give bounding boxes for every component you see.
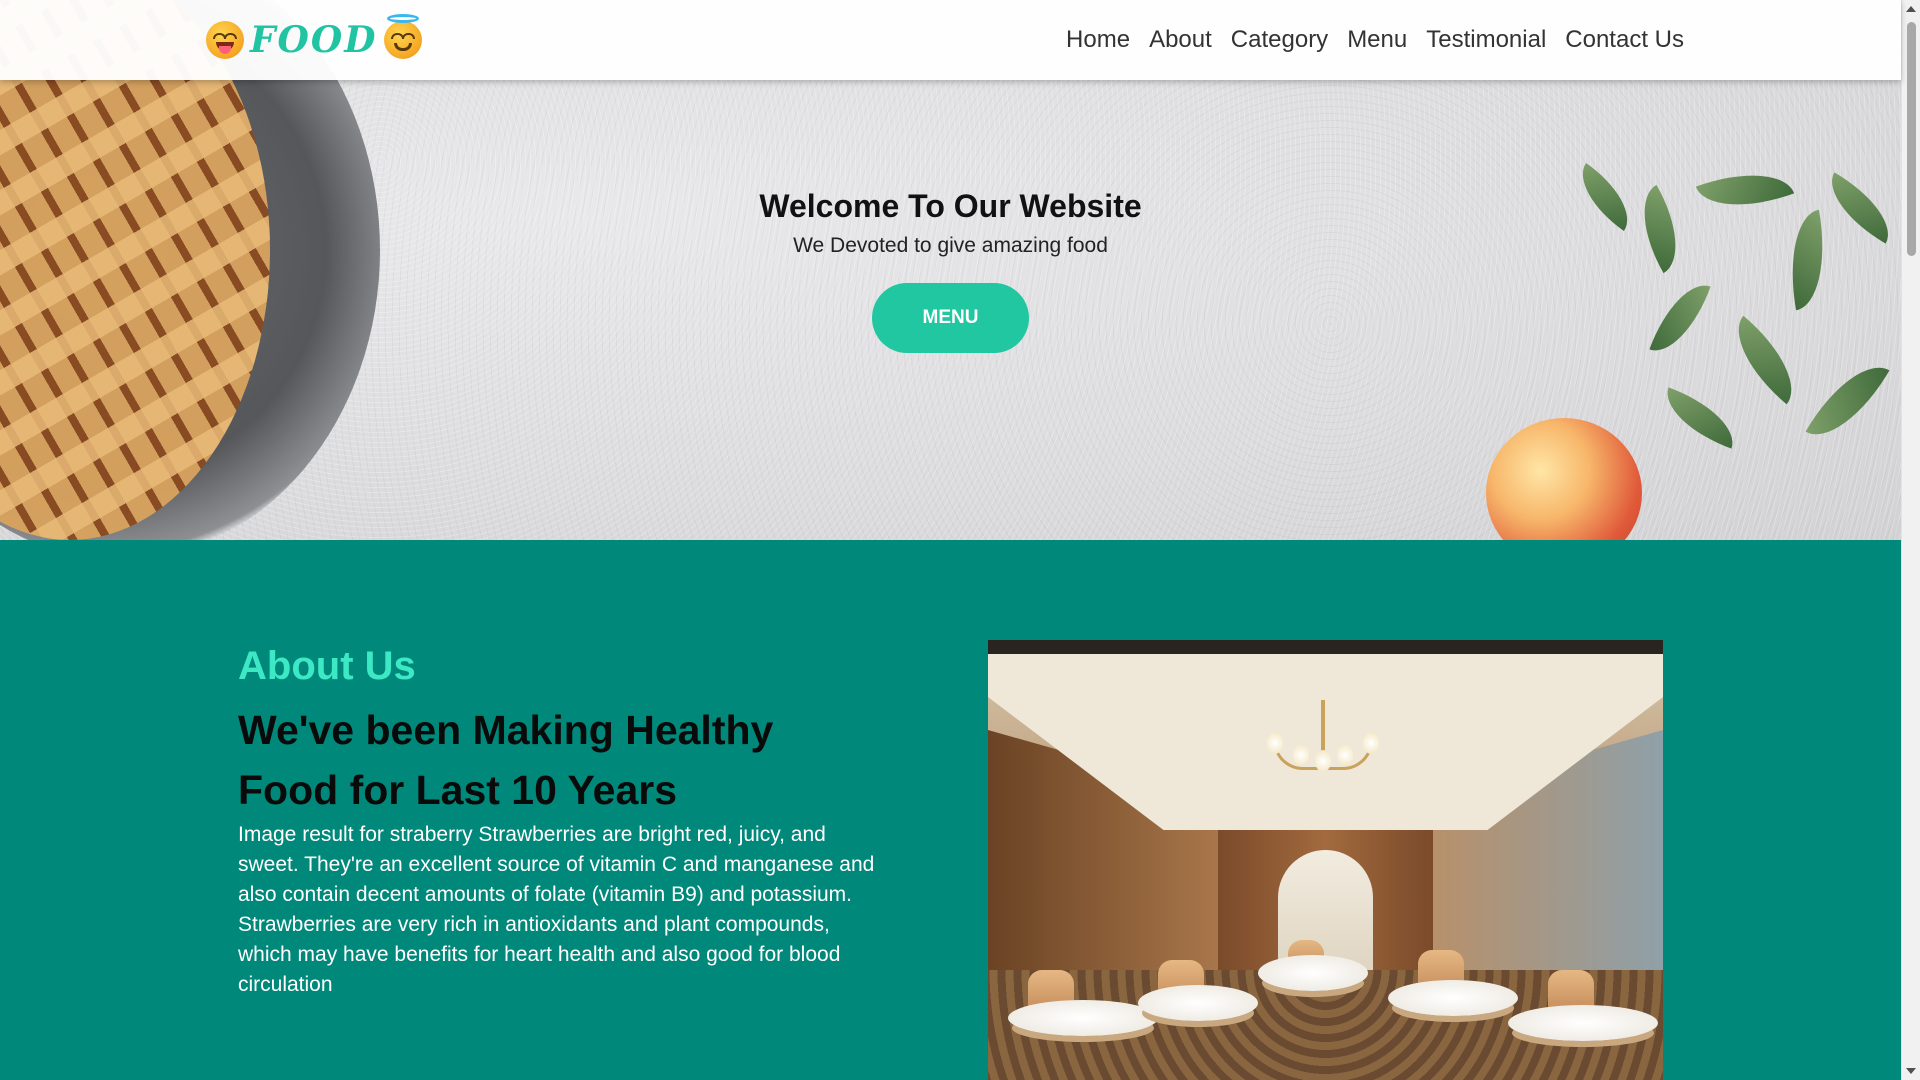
nav-link-about[interactable]: About — [1149, 20, 1212, 60]
scroll-thumb[interactable] — [1907, 22, 1916, 256]
about-heading: We've been Making Healthy Food for Last … — [238, 707, 774, 813]
nav-link-category[interactable]: Category — [1231, 20, 1328, 60]
smiling-halo-face-icon — [383, 14, 422, 59]
scroll-up-arrow-icon[interactable] — [1906, 6, 1916, 12]
dining-table — [1258, 955, 1368, 991]
nav-link-contact-us[interactable]: Contact Us — [1565, 20, 1684, 60]
menu-button[interactable]: MENU — [872, 283, 1029, 353]
navbar: FOOD Home About Category Menu Testimonia… — [0, 0, 1901, 80]
face-savoring-food-icon — [206, 21, 244, 59]
about-body-text: Image result for straberry Strawberries … — [238, 823, 875, 996]
about-label: About Us — [238, 644, 416, 688]
scroll-down-arrow-icon[interactable] — [1906, 1068, 1916, 1074]
page-scrollbar[interactable] — [1901, 0, 1920, 1080]
dining-table — [1388, 980, 1518, 1016]
dining-table — [1008, 1000, 1158, 1036]
nav-link-menu[interactable]: Menu — [1347, 20, 1407, 60]
hero-subtitle: We Devoted to give amazing food — [793, 234, 1108, 257]
about-section: About Us We've been Making Healthy Food … — [0, 540, 1901, 1080]
restaurant-interior-image — [988, 640, 1663, 1080]
nav-link-home[interactable]: Home — [1066, 20, 1130, 60]
chandelier — [1263, 700, 1383, 820]
nav-links: Home About Category Menu Testimonial Con… — [1066, 20, 1684, 60]
brand-logo[interactable]: FOOD — [206, 14, 422, 63]
dining-table — [1138, 985, 1258, 1021]
logo-text: FOOD — [250, 19, 378, 61]
nav-link-testimonial[interactable]: Testimonial — [1426, 20, 1546, 60]
hero-title: Welcome To Our Website — [759, 188, 1142, 224]
hero-section: Welcome To Our Website We Devoted to giv… — [0, 0, 1901, 540]
dining-table — [1508, 1005, 1658, 1041]
